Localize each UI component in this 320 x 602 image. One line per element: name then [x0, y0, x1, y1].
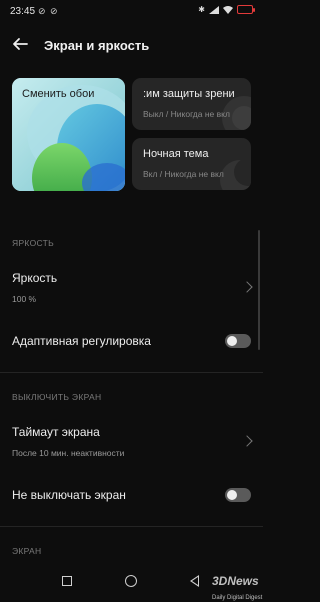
bluetooth-icon: ✱ — [198, 5, 205, 14]
section-screen-header: ЭКРАН — [12, 546, 42, 556]
brightness-value: 100 % — [12, 294, 37, 304]
dark-theme-decor-icon — [220, 158, 251, 190]
signal-icon — [209, 5, 219, 14]
eye-protection-card[interactable]: :им защиты зрени Выкл / Никогда не вкл — [132, 78, 251, 130]
status-time: 23:45 — [10, 6, 36, 17]
keep-screen-on-title: Не выключать экран — [12, 488, 126, 502]
brightness-title: Яркость — [12, 271, 58, 285]
eye-protection-decor-icon — [222, 96, 251, 130]
divider — [0, 526, 263, 527]
section-screen-off-header: ВЫКЛЮЧИТЬ ЭКРАН — [12, 392, 102, 402]
back-arrow-icon[interactable] — [10, 34, 30, 54]
change-wallpaper-label: Сменить обои — [22, 88, 95, 100]
section-brightness-header: ЯРКОСТЬ — [12, 238, 55, 248]
page-title: Экран и яркость — [44, 38, 150, 53]
nav-back-inner-icon — [192, 577, 198, 585]
screen-timeout-title: Таймаут экрана — [12, 425, 100, 439]
toggle-knob — [227, 336, 237, 346]
watermark-tagline: Daily Digital Digest — [212, 595, 263, 601]
adaptive-brightness-title: Адаптивная регулировка — [12, 334, 151, 348]
status-icons: ✱ — [198, 5, 255, 14]
battery-icon — [237, 5, 255, 14]
notification-icons: ⊘ ⊘ — [38, 6, 59, 16]
eye-protection-status: Выкл / Никогда не вкл — [143, 109, 230, 119]
eye-protection-title: :им защиты зрени — [143, 88, 235, 100]
dark-theme-title: Ночная тема — [143, 148, 209, 160]
screen-timeout-value: После 10 мин. неактивности — [12, 448, 125, 458]
watermark-logo: 3DNews Daily Digital Digest — [212, 574, 262, 602]
wallpaper-card[interactable]: Сменить обои — [12, 78, 125, 191]
dark-theme-status: Вкл / Никогда не вкл — [143, 169, 224, 179]
adaptive-brightness-toggle[interactable] — [225, 334, 251, 348]
recents-button[interactable] — [62, 576, 72, 586]
divider — [0, 372, 263, 373]
wifi-icon — [223, 5, 233, 14]
brightness-row[interactable] — [0, 262, 263, 308]
watermark-brand: 3DNews — [212, 574, 259, 588]
home-button[interactable] — [125, 575, 137, 587]
keep-screen-on-toggle[interactable] — [225, 488, 251, 502]
toggle-knob — [227, 490, 237, 500]
dark-theme-card[interactable]: Ночная тема Вкл / Никогда не вкл — [132, 138, 251, 190]
